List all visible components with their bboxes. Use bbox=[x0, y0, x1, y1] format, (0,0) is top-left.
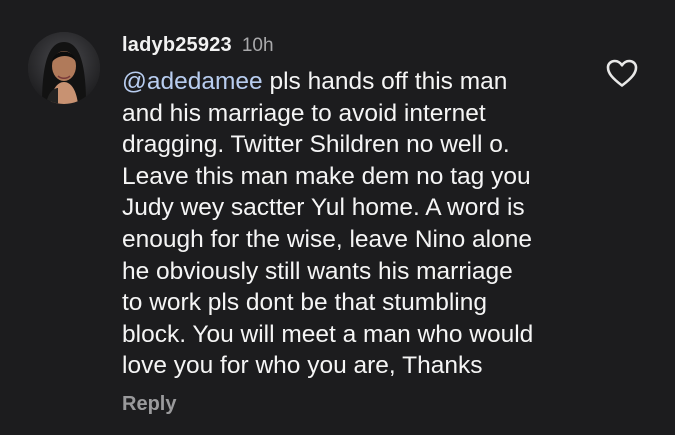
timestamp: 10h bbox=[241, 35, 274, 56]
comment-text: @adedamee pls hands off this man and his… bbox=[122, 66, 612, 382]
comment: ladyb25923 10h @adedamee pls hands off t… bbox=[0, 0, 675, 435]
comment-header: ladyb25923 10h bbox=[122, 34, 274, 57]
avatar[interactable] bbox=[28, 32, 100, 104]
reply-button[interactable]: Reply bbox=[122, 393, 176, 416]
heart-icon[interactable] bbox=[605, 58, 639, 88]
mention-link[interactable]: @adedamee bbox=[122, 68, 263, 95]
comment-body: pls hands off this man and his marriage … bbox=[122, 68, 534, 380]
avatar-image bbox=[28, 32, 100, 104]
username[interactable]: ladyb25923 bbox=[122, 34, 232, 57]
